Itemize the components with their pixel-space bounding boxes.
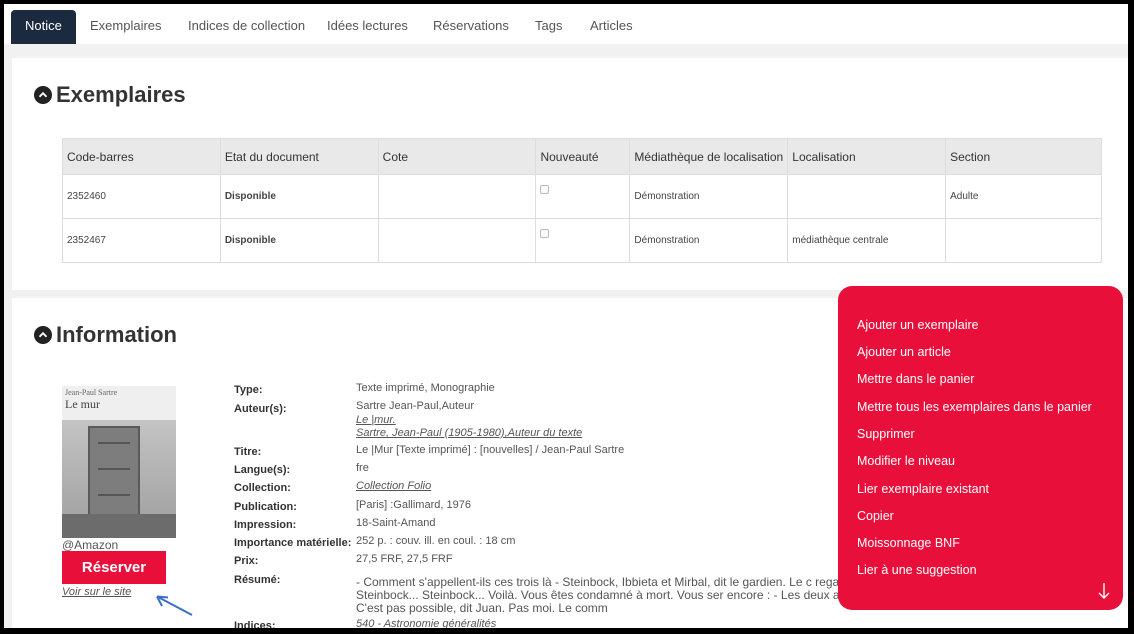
column-header[interactable]: Nouveauté [535, 138, 631, 175]
menu-item-add-all-to-basket[interactable]: Mettre tous les exemplaires dans le pani… [857, 400, 1092, 414]
type-label: Type: [234, 384, 263, 396]
localisation-cell: médiathèque centrale [787, 218, 947, 263]
publication-label: Publication: [234, 501, 297, 513]
status-cell: Disponible [219, 174, 379, 219]
nouveaute-checkbox[interactable] [540, 184, 550, 194]
authors-label: Auteur(s): [234, 403, 287, 415]
arrow-pointer-icon [156, 595, 193, 616]
menu-item-harvest-bnf[interactable]: Moissonnage BNF [857, 536, 960, 550]
language-value: fre [356, 462, 369, 474]
exemplaires-table: Code-barres Etat du document Cote Nouvea… [62, 138, 1102, 263]
column-header[interactable]: Code-barres [62, 138, 221, 175]
menu-item-add-article[interactable]: Ajouter un article [857, 345, 951, 359]
chevron-up-icon[interactable] [34, 326, 52, 344]
section-cell: Adulte [945, 174, 1102, 219]
column-header[interactable]: Section [945, 138, 1102, 175]
chevron-up-icon[interactable] [34, 86, 52, 104]
book-cover: Jean-Paul Sartre Le mur [62, 386, 176, 538]
language-label: Langue(s): [234, 464, 291, 476]
summary-label: Résumé: [234, 574, 281, 586]
nouveaute-cell [535, 174, 631, 219]
barcode-cell: 2352467 [62, 218, 221, 263]
section-cell [945, 218, 1102, 263]
column-header[interactable]: Localisation [787, 138, 947, 175]
physical-description-value: 252 p. : couv. ill. en coul. : 18 cm [356, 535, 516, 547]
information-heading[interactable]: Information [34, 322, 177, 348]
cote-cell [377, 218, 537, 263]
cote-cell [377, 174, 537, 219]
title-label: Titre: [234, 446, 262, 458]
see-on-site-link[interactable]: Voir sur le site [62, 586, 131, 598]
menu-item-delete[interactable]: Supprimer [857, 427, 915, 441]
menu-item-copy[interactable]: Copier [857, 509, 894, 523]
table-row[interactable]: 2352467 Disponible Démonstration médiath… [62, 218, 1102, 263]
menu-item-add-to-basket[interactable]: Mettre dans le panier [857, 372, 974, 386]
author-value: Sartre Jean-Paul,Auteur [356, 400, 475, 412]
menu-item-add-exemplaire[interactable]: Ajouter un exemplaire [857, 318, 979, 332]
tab-reservations[interactable]: Réservations [433, 10, 509, 44]
menu-item-link-suggestion[interactable]: Lier à une suggestion [857, 563, 977, 577]
cover-author: Jean-Paul Sartre [65, 388, 118, 397]
column-header[interactable]: Médiathèque de localisation [629, 138, 789, 175]
price-label: Prix: [234, 555, 259, 567]
cover-source: @Amazon [62, 538, 119, 552]
status-cell: Disponible [219, 218, 379, 263]
nouveaute-checkbox[interactable] [540, 228, 550, 238]
reserve-button[interactable]: Réserver [62, 551, 166, 584]
author-work-link[interactable]: Le |mur. [356, 414, 396, 426]
collection-link[interactable]: Collection Folio [356, 480, 431, 492]
exemplaires-heading[interactable]: Exemplaires [34, 82, 186, 108]
menu-item-link-existing-exemplaire[interactable]: Lier exemplaire existant [857, 482, 989, 496]
author-link[interactable]: Sartre, Jean-Paul (1905-1980),Auteur du … [356, 427, 582, 439]
actions-menu: Ajouter un exemplaire Ajouter un article… [838, 286, 1123, 610]
collection-label: Collection: [234, 482, 291, 494]
information-title: Information [56, 322, 177, 347]
arrow-down-icon[interactable] [1097, 582, 1111, 600]
tab-articles[interactable]: Articles [590, 10, 633, 44]
tab-tags[interactable]: Tags [535, 10, 562, 44]
barcode-cell: 2352460 [62, 174, 221, 219]
mediatheque-cell: Démonstration [629, 174, 789, 219]
price-value: 27,5 FRF, 27,5 FRF [356, 553, 453, 565]
column-header[interactable]: Etat du document [219, 138, 379, 175]
printing-value: 18-Saint-Amand [356, 517, 436, 529]
table-row[interactable]: 2352460 Disponible Démonstration Adulte [62, 174, 1102, 219]
physical-description-label: Importance matérielle: [234, 537, 352, 549]
indices-link[interactable]: 540 - Astronomie généralités [356, 618, 496, 628]
tab-bar: Notice Exemplaires Indices de collection… [4, 4, 1128, 44]
nouveaute-cell [535, 218, 631, 263]
tab-exemplaires[interactable]: Exemplaires [90, 10, 162, 44]
cover-title: Le mur [65, 397, 100, 411]
exemplaires-panel: Exemplaires Code-barres Etat du document… [12, 58, 1128, 290]
type-value: Texte imprimé, Monographie [356, 382, 495, 394]
mediatheque-cell: Démonstration [629, 218, 789, 263]
column-header[interactable]: Cote [377, 138, 537, 175]
app-frame: Notice Exemplaires Indices de collection… [4, 4, 1128, 628]
tab-notice[interactable]: Notice [11, 10, 76, 44]
menu-item-change-level[interactable]: Modifier le niveau [857, 454, 955, 468]
printing-label: Impression: [234, 519, 297, 531]
tab-indices-de-collection[interactable]: Indices de collection [188, 10, 305, 44]
localisation-cell [787, 174, 947, 219]
exemplaires-title: Exemplaires [56, 82, 186, 107]
indices-label: Indices: [234, 620, 276, 628]
table-header-row: Code-barres Etat du document Cote Nouvea… [62, 138, 1102, 175]
title-value: Le |Mur [Texte imprimé] : [nouvelles] / … [356, 444, 625, 456]
publication-value: [Paris] :Gallimard, 1976 [356, 499, 471, 511]
tab-idees-lectures[interactable]: Idées lectures [327, 10, 408, 44]
